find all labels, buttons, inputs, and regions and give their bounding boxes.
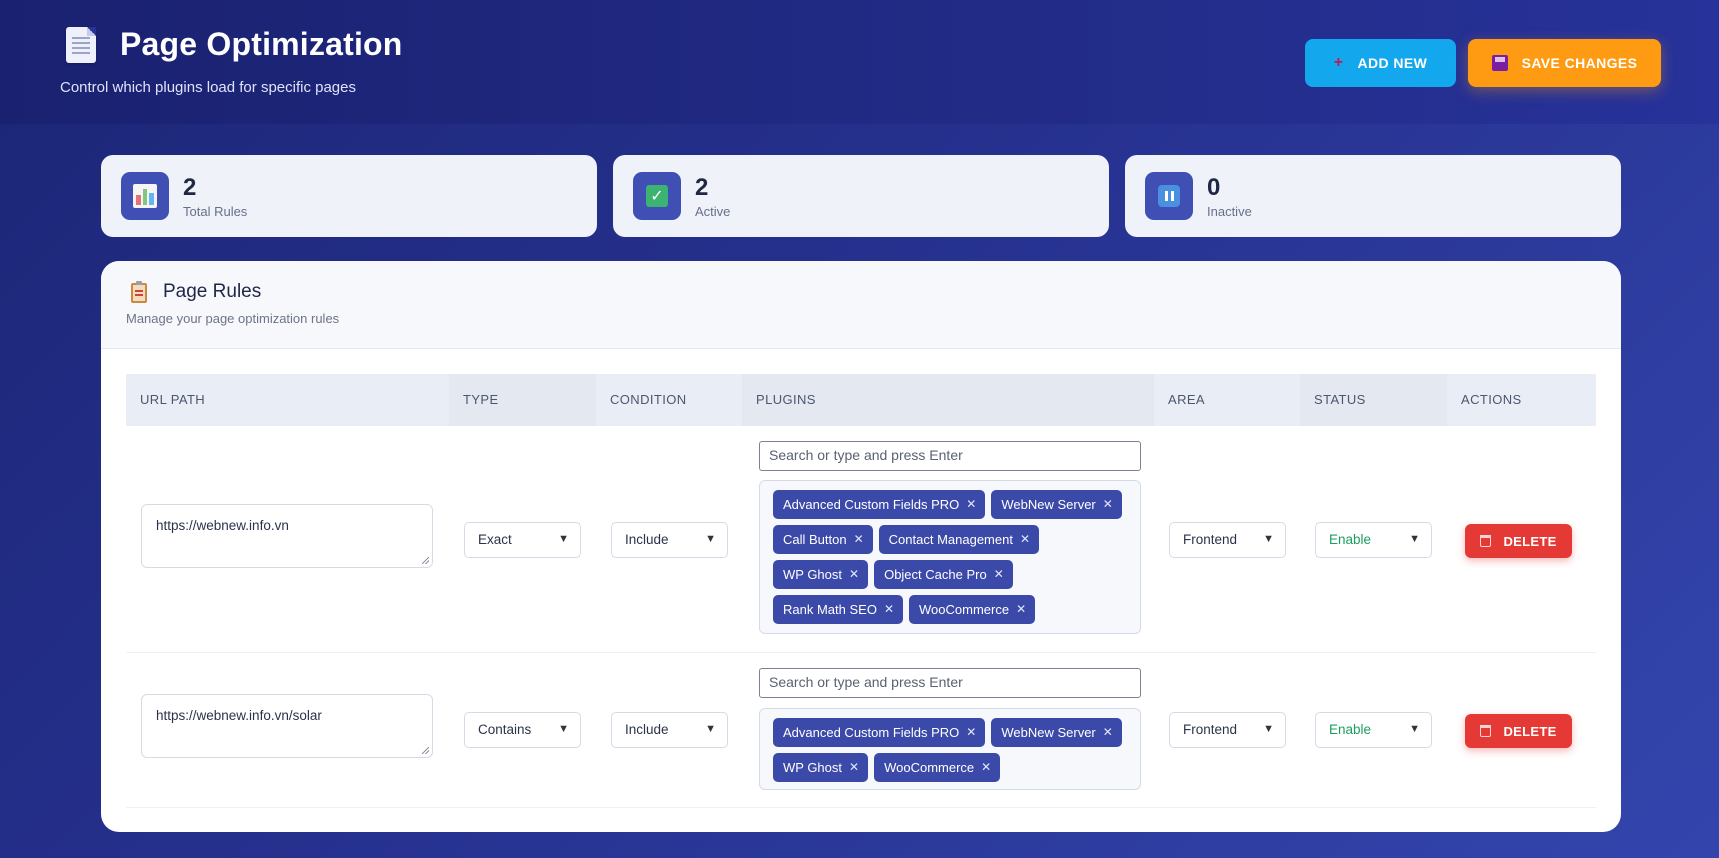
plugin-tag: Contact Management ✕ [878, 525, 1040, 554]
type-value: Contains [478, 722, 532, 737]
area-select[interactable]: Frontend [1169, 712, 1286, 748]
stat-value: 2 [695, 173, 709, 201]
remove-tag-icon[interactable]: ✕ [854, 525, 864, 554]
panel-subtitle: Manage your page optimization rules [126, 311, 340, 326]
col-type: TYPE [449, 374, 596, 426]
col-plugins: PLUGINS [742, 374, 1154, 426]
condition-select[interactable]: Include [611, 712, 728, 748]
page-rules-panel: Page Rules Manage your page optimization… [101, 261, 1621, 832]
plugin-tag: WP Ghost ✕ [773, 753, 869, 782]
remove-tag-icon[interactable]: ✕ [994, 560, 1004, 589]
panel-header: Page Rules Manage your page optimization… [101, 261, 1621, 349]
stat-card-inactive: 0 Inactive [1125, 155, 1621, 237]
area-value: Frontend [1183, 722, 1238, 737]
remove-tag-icon[interactable]: ✕ [849, 560, 859, 589]
col-area: AREA [1168, 392, 1206, 407]
stat-value: 2 [183, 173, 197, 201]
col-actions: ACTIONS [1461, 392, 1522, 407]
delete-label: DELETE [1503, 533, 1557, 549]
condition-select[interactable]: Include [611, 522, 728, 558]
plugin-tag: Rank Math SEO ✕ [773, 595, 903, 624]
remove-tag-icon[interactable]: ✕ [966, 718, 976, 747]
clipboard-icon [131, 281, 147, 303]
floppy-disk-icon [1491, 55, 1508, 71]
stat-card-total: 2 Total Rules [101, 155, 597, 237]
table-row: https://webnew.info.vn/solar Contains In… [126, 653, 1596, 808]
page-subtitle: Control which plugins load for specific … [60, 79, 356, 96]
plugin-tag: Object Cache Pro ✕ [874, 560, 1013, 589]
plugin-tag: WP Ghost ✕ [773, 560, 869, 589]
status-select[interactable]: Enable [1315, 712, 1432, 748]
type-value: Exact [478, 532, 512, 547]
save-changes-label: SAVE CHANGES [1521, 55, 1638, 71]
plugin-tag: Advanced Custom Fields PRO ✕ [773, 718, 986, 747]
stat-value: 0 [1207, 173, 1221, 201]
remove-tag-icon[interactable]: ✕ [1103, 718, 1113, 747]
stat-card-active: ✓ 2 Active [613, 155, 1109, 237]
col-status: STATUS [1300, 374, 1447, 426]
add-new-button[interactable]: + ADD NEW [1305, 39, 1456, 87]
remove-tag-icon[interactable]: ✕ [849, 753, 859, 782]
type-select[interactable]: Exact [464, 522, 581, 558]
plugin-tag: Call Button ✕ [773, 525, 873, 554]
add-new-label: ADD NEW [1357, 55, 1428, 71]
table-header: URL PATH TYPE CONDITION PLUGINS AREA STA… [126, 374, 1596, 426]
remove-tag-icon[interactable]: ✕ [884, 595, 894, 624]
area-value: Frontend [1183, 532, 1238, 547]
plugin-search-input[interactable]: Search or type and press Enter [759, 441, 1141, 471]
plugin-tags: Advanced Custom Fields PRO ✕ WebNew Serve… [759, 708, 1141, 790]
pause-icon [1158, 185, 1180, 207]
panel-title: Page Rules [163, 281, 262, 302]
plugin-search-input[interactable]: Search or type and press Enter [759, 668, 1141, 698]
trash-icon [1480, 725, 1492, 737]
status-value: Enable [1329, 722, 1372, 737]
remove-tag-icon[interactable]: ✕ [966, 490, 976, 519]
plugin-tag: WebNew Server ✕ [991, 490, 1122, 519]
delete-button[interactable]: DELETE [1465, 524, 1572, 558]
plugin-tag: Advanced Custom Fields PRO ✕ [773, 490, 986, 519]
top-header: Page Optimization Control which plugins … [0, 0, 1719, 124]
plugin-tags: Advanced Custom Fields PRO ✕ WebNew Serve… [759, 480, 1141, 634]
document-icon [66, 26, 96, 63]
col-condition: CONDITION [610, 392, 687, 407]
table-row: https://webnew.info.vn Exact Include Sea… [126, 426, 1596, 653]
trash-icon [1480, 535, 1492, 547]
remove-tag-icon[interactable]: ✕ [981, 753, 991, 782]
remove-tag-icon[interactable]: ✕ [1103, 490, 1113, 519]
delete-button[interactable]: DELETE [1465, 714, 1572, 748]
remove-tag-icon[interactable]: ✕ [1016, 595, 1026, 624]
save-changes-button[interactable]: SAVE CHANGES [1468, 39, 1661, 87]
title-row: Page Optimization [66, 26, 403, 63]
url-path-input[interactable]: https://webnew.info.vn [141, 504, 433, 568]
stat-label: Inactive [1207, 203, 1252, 219]
plugin-tag: WooCommerce ✕ [909, 595, 1036, 624]
stat-label: Active [695, 203, 731, 219]
stat-label: Total Rules [183, 203, 248, 219]
plus-icon: + [1333, 54, 1344, 71]
bar-chart-icon [133, 184, 157, 208]
status-value: Enable [1329, 532, 1372, 547]
status-select[interactable]: Enable [1315, 522, 1432, 558]
plugin-tag: WooCommerce ✕ [874, 753, 1001, 782]
type-select[interactable]: Contains [464, 712, 581, 748]
page-title: Page Optimization [120, 26, 403, 62]
condition-value: Include [625, 722, 669, 737]
delete-label: DELETE [1503, 723, 1557, 739]
plugin-tag: WebNew Server ✕ [991, 718, 1122, 747]
area-select[interactable]: Frontend [1169, 522, 1286, 558]
condition-value: Include [625, 532, 669, 547]
check-icon: ✓ [646, 185, 668, 207]
url-path-input[interactable]: https://webnew.info.vn/solar [141, 694, 433, 758]
remove-tag-icon[interactable]: ✕ [1020, 525, 1030, 554]
col-url-path: URL PATH [140, 392, 206, 407]
